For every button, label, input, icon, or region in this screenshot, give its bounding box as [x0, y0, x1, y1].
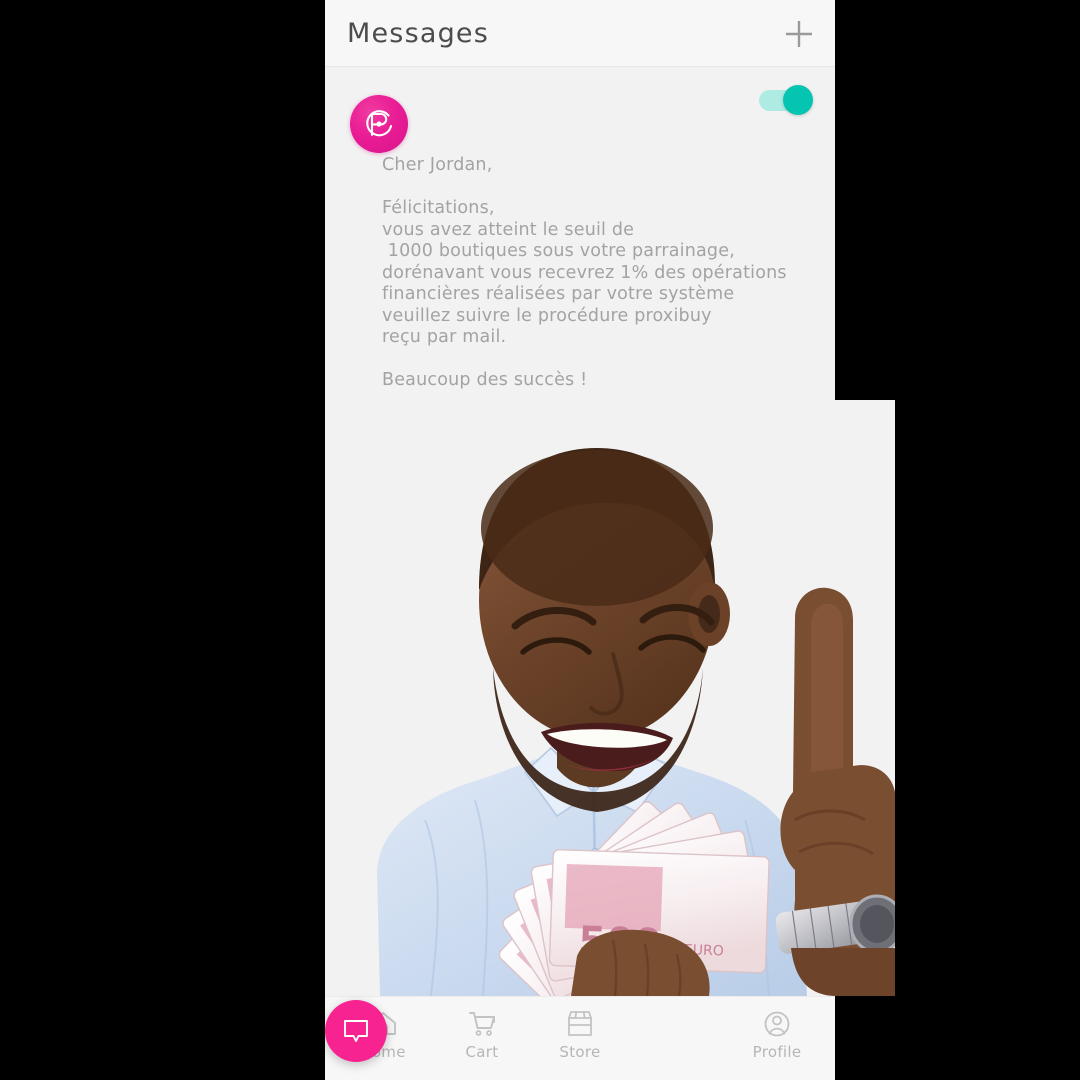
page-title: Messages [347, 18, 490, 49]
nav-label-profile: Profile [752, 1043, 802, 1061]
nav-item-store[interactable]: Store [532, 1007, 628, 1061]
app-header: Messages [325, 0, 835, 67]
message-body-text: Cher Jordan, Félicitations, vous avez at… [382, 155, 787, 390]
celebration-photo: 500 EURO 500 EURO 500 EURO [325, 400, 895, 996]
add-message-button[interactable] [777, 12, 821, 56]
bottom-navigation-bar: Home Cart Store Profile [325, 996, 835, 1080]
profile-icon [729, 1007, 825, 1041]
nav-item-cart[interactable]: Cart [434, 1007, 530, 1061]
avatar[interactable] [350, 95, 408, 153]
chat-fab-button[interactable] [325, 1000, 387, 1062]
message-attachment-photo: 500 EURO 500 EURO 500 EURO [325, 400, 895, 996]
plus-icon [786, 21, 812, 47]
chat-bubble-icon [344, 1020, 368, 1042]
cart-icon [434, 1007, 530, 1041]
nav-label-store: Store [559, 1043, 601, 1061]
screenshot-root: Messages Cher Jordan, Félicitations, vou… [0, 0, 1080, 1080]
message-read-toggle[interactable] [759, 85, 813, 115]
nav-item-profile[interactable]: Profile [729, 1007, 825, 1061]
toggle-knob [783, 85, 813, 115]
proxibuy-logo-icon [366, 110, 393, 137]
nav-label-cart: Cart [465, 1043, 499, 1061]
store-icon [532, 1007, 628, 1041]
